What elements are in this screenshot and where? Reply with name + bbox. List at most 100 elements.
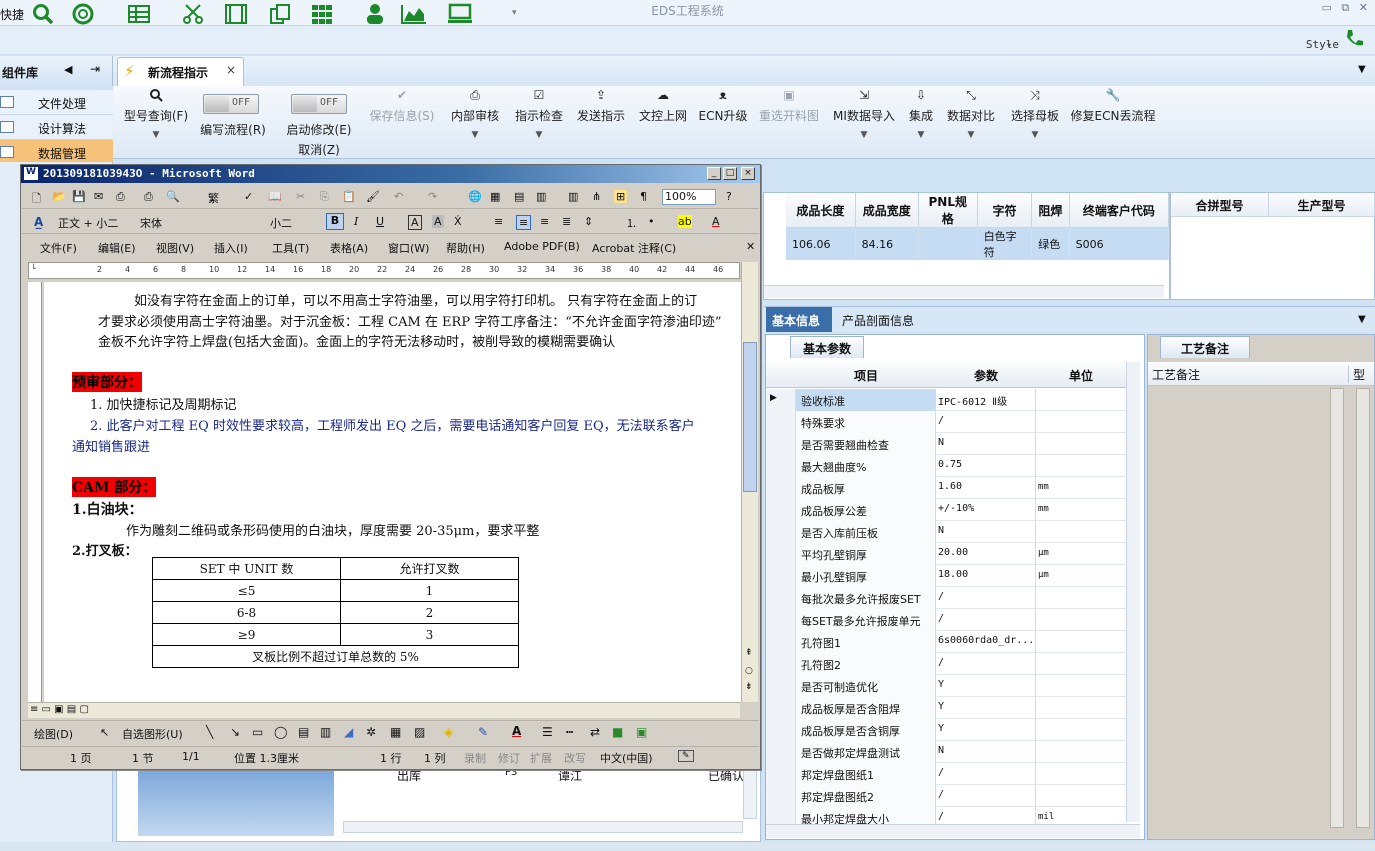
- table-row[interactable]: 孔符图2/: [766, 653, 1126, 675]
- nav-design-algorithm[interactable]: 设计算法: [0, 115, 113, 140]
- tab-product-profile[interactable]: 产品剖面信息: [842, 312, 914, 329]
- style-dropdown-icon[interactable]: ▾: [1327, 41, 1331, 50]
- document-page[interactable]: 如没有字符在金面上的订单，可以不用高士字符油墨，可以用字符打印机。 只有字符在金…: [44, 282, 741, 702]
- col-header[interactable]: 合拼型号: [1171, 193, 1269, 217]
- scroll-thumb[interactable]: [743, 342, 757, 492]
- send-instruction-button[interactable]: ⇪ 发送指示: [574, 88, 628, 124]
- highlight-icon[interactable]: ab: [678, 215, 692, 228]
- props-vscroll[interactable]: [1126, 362, 1140, 822]
- open-icon[interactable]: 📂: [52, 190, 66, 203]
- select-mother-board-button[interactable]: ⤨ 选择母板 ▼: [1008, 88, 1062, 140]
- draw-menu[interactable]: 绘图(D): [34, 726, 73, 742]
- status-record[interactable]: 录制: [464, 750, 486, 766]
- row-selector[interactable]: [766, 521, 796, 543]
- table-row[interactable]: 平均孔壁铜厚 20.00 μm: [766, 543, 1126, 565]
- craft-col-notes[interactable]: 工艺备注: [1152, 366, 1200, 383]
- tab-basic-params[interactable]: 基本参数: [790, 336, 864, 358]
- undo-icon[interactable]: ↶: [394, 190, 403, 203]
- row-selector[interactable]: [766, 477, 796, 499]
- research-icon[interactable]: 📖: [268, 190, 282, 203]
- table-row[interactable]: 成品板厚公差 +/-10% mm: [766, 499, 1126, 521]
- char-shading-icon[interactable]: A: [432, 215, 444, 228]
- maximize-button[interactable]: □: [723, 167, 737, 180]
- table-row[interactable]: 每批次最多允许报废SET /: [766, 587, 1126, 609]
- view-buttons[interactable]: ≡ ▭ ▣ ▤ ▢: [30, 704, 89, 715]
- craft-vscroll-2[interactable]: [1356, 388, 1370, 828]
- pin-icon[interactable]: ⇥: [90, 62, 100, 76]
- col-header[interactable]: 生产型号: [1269, 193, 1375, 217]
- col-header[interactable]: 字符: [977, 193, 1033, 228]
- save-info-button[interactable]: ✔ 保存信息(S): [366, 88, 438, 124]
- prop-value[interactable]: Y: [936, 719, 1036, 741]
- ecn-upgrade-button[interactable]: ᴥ ECN升级: [698, 88, 748, 124]
- shadow-style-icon[interactable]: ■: [612, 725, 623, 739]
- new-doc-icon[interactable]: 🗋: [32, 190, 41, 209]
- arrow-tool-icon[interactable]: ↘: [230, 725, 240, 739]
- horizontal-ruler[interactable]: └ 2 4 6 8 10 12 14 16 18 20 22 24 26 28 30 32 34 36 38 40 42 4…: [28, 262, 740, 279]
- craft-vscroll[interactable]: [1330, 388, 1344, 828]
- craft-col-type[interactable]: 型: [1348, 366, 1365, 383]
- row-selector[interactable]: [766, 433, 796, 455]
- drawing-icon[interactable]: ⋔: [592, 190, 601, 203]
- table-row[interactable]: 每SET最多允许报废单元 /: [766, 609, 1126, 631]
- col-unit[interactable]: 单位: [1036, 367, 1126, 384]
- line-tool-icon[interactable]: ╲: [206, 725, 213, 739]
- char-border-icon[interactable]: A: [408, 215, 422, 230]
- font-color-icon[interactable]: A: [712, 215, 720, 228]
- prop-value[interactable]: /: [936, 587, 1036, 609]
- menu-tools[interactable]: 工具(T): [272, 240, 309, 256]
- grid-hscroll[interactable]: [764, 285, 1164, 298]
- row-selector[interactable]: [766, 455, 796, 477]
- font-select[interactable]: 宋体: [140, 215, 254, 231]
- cut-icon[interactable]: ✂: [296, 190, 305, 203]
- columns-icon[interactable]: ▥: [568, 190, 578, 203]
- insert-table-icon[interactable]: ▤: [514, 190, 524, 203]
- list-vscroll[interactable]: [743, 769, 757, 819]
- prop-value[interactable]: /: [936, 653, 1036, 675]
- line-color-icon[interactable]: ✎: [478, 725, 488, 739]
- font-size-select[interactable]: 小二: [270, 215, 314, 231]
- prop-value[interactable]: N: [936, 521, 1036, 543]
- underline-button[interactable]: U: [376, 215, 384, 228]
- bold-button[interactable]: B: [326, 213, 344, 230]
- close-tab-icon[interactable]: ×: [226, 63, 236, 77]
- cancel-label[interactable]: 取消(Z): [281, 141, 357, 158]
- row-selector[interactable]: [766, 763, 796, 785]
- prop-value[interactable]: 1.60: [936, 477, 1036, 499]
- menu-insert[interactable]: 插入(I): [214, 240, 248, 256]
- save-icon[interactable]: 💾: [72, 190, 86, 203]
- table-row[interactable]: 成品板厚是否含铜厚 Y: [766, 719, 1126, 741]
- col-header[interactable]: 成品长度: [786, 193, 856, 228]
- col-header[interactable]: 成品宽度: [855, 193, 919, 228]
- numbering-icon[interactable]: ⒈: [626, 215, 637, 231]
- prop-value[interactable]: 18.00: [936, 565, 1036, 587]
- table-row[interactable]: 是否可制造优化 Y: [766, 675, 1126, 697]
- minimize-button[interactable]: _: [707, 167, 721, 180]
- props-hscroll[interactable]: [766, 824, 1140, 838]
- spelling-status-icon[interactable]: ✎: [678, 750, 694, 762]
- phone-icon[interactable]: [1344, 28, 1364, 48]
- row-selector[interactable]: [766, 719, 796, 741]
- panel-menu-icon[interactable]: ▼: [1358, 314, 1366, 325]
- close-button[interactable]: ×: [741, 167, 755, 180]
- table-row[interactable]: 邦定焊盘图纸2/: [766, 785, 1126, 807]
- row-selector[interactable]: [766, 675, 796, 697]
- table-row[interactable]: 成品板厚是否含阻焊 Y: [766, 697, 1126, 719]
- prop-value[interactable]: N: [936, 433, 1036, 455]
- table-row[interactable]: 是否入库前压板 N: [766, 521, 1126, 543]
- menu-help[interactable]: 帮助(H): [446, 240, 485, 256]
- word-hscroll[interactable]: ≡ ▭ ▣ ▤ ▢: [28, 702, 740, 718]
- tables-borders-icon[interactable]: ▦: [490, 190, 500, 203]
- textbox-icon[interactable]: ▤: [298, 725, 309, 739]
- row-selector[interactable]: [766, 741, 796, 763]
- prop-value[interactable]: 20.00: [936, 543, 1036, 565]
- preview-icon[interactable]: 🔍: [166, 190, 180, 203]
- col-header[interactable]: PNL规格: [918, 193, 978, 228]
- clipart-icon[interactable]: ▦: [390, 725, 401, 739]
- status-track[interactable]: 修订: [498, 750, 520, 766]
- line-style-icon[interactable]: ☰: [542, 725, 553, 739]
- data-compare-button[interactable]: ⤡ 数据对比 ▼: [944, 88, 998, 140]
- table-row[interactable]: 孔符图1 6s0060rda0_dr...: [766, 631, 1126, 653]
- tab-craft-notes[interactable]: 工艺备注: [1160, 336, 1250, 358]
- tab-selector-icon[interactable]: └: [31, 264, 36, 273]
